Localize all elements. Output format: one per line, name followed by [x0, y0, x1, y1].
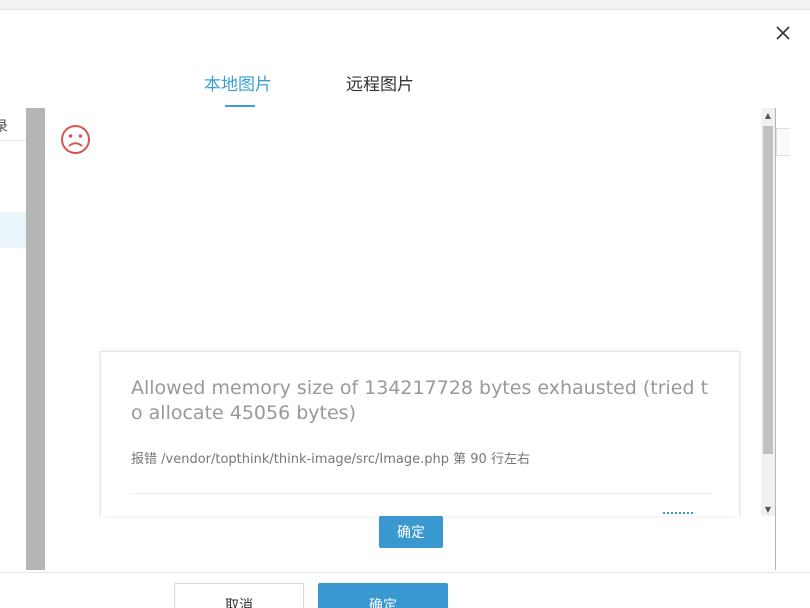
confirm-button-label: 确定	[369, 598, 397, 608]
close-button[interactable]	[770, 20, 796, 46]
tab-local-image[interactable]: 本地图片	[204, 70, 272, 95]
page-top-strip	[0, 0, 810, 10]
close-icon	[776, 26, 790, 40]
screen: 本地图片 远程图片 录 ▲ ▼ Allowed memory size of 1…	[0, 0, 810, 608]
error-confirm-button[interactable]: 确定	[379, 516, 443, 548]
error-message: Allowed memory size of 134217728 bytes e…	[131, 377, 709, 424]
tab-bar: 本地图片 远程图片	[0, 60, 810, 110]
error-detail: 报错 /vendor/topthink/think-image/src/Imag…	[131, 452, 530, 467]
scrollbar-thumb[interactable]	[763, 126, 773, 454]
background-list-edge: 录	[0, 108, 26, 570]
background-button-edge	[776, 128, 790, 156]
cancel-button[interactable]: 取消	[174, 583, 304, 608]
footer-divider	[0, 572, 810, 573]
divider	[131, 493, 711, 494]
hidden-link-fragment	[663, 512, 693, 515]
tab-remote-image[interactable]: 远程图片	[346, 70, 414, 95]
list-item-selected[interactable]	[0, 212, 26, 248]
scroll-up-icon[interactable]: ▲	[761, 108, 775, 122]
iframe-scrollbar[interactable]: ▲ ▼	[761, 108, 775, 516]
list-header-text: 录	[0, 119, 8, 135]
sad-face-icon	[61, 125, 90, 154]
confirm-button[interactable]: 确定	[318, 583, 448, 608]
error-card: Allowed memory size of 134217728 bytes e…	[100, 351, 740, 516]
cancel-button-label: 取消	[225, 598, 253, 608]
scroll-down-icon[interactable]: ▼	[761, 502, 775, 516]
divider	[0, 140, 26, 141]
active-tab-indicator	[225, 105, 255, 107]
